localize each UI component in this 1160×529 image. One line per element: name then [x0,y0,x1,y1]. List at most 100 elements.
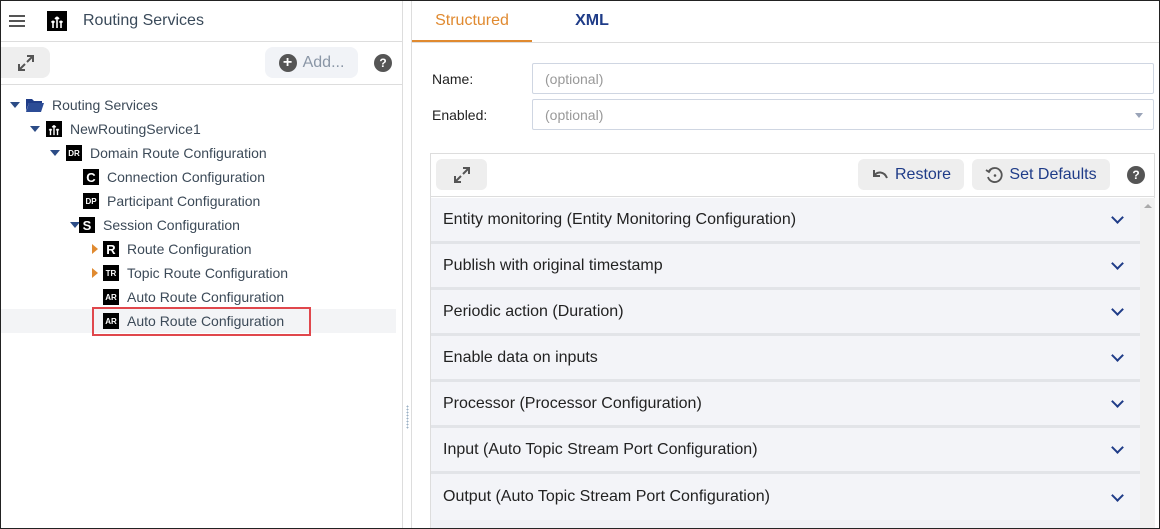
section-label: Processor (Processor Configuration) [443,394,702,412]
dropdown-arrow-icon [1135,113,1143,118]
tree-node-auto-route[interactable]: AR Auto Route Configuration [1,285,402,309]
caret-right-icon [92,268,98,278]
section-periodic-action[interactable]: Periodic action (Duration) [431,290,1140,336]
routing-service-icon [46,121,62,137]
tree-node-session[interactable]: S Session Configuration [1,213,402,237]
caret-down-icon [50,150,60,156]
enabled-select[interactable]: (optional) [532,99,1154,130]
chevron-down-icon[interactable] [1111,349,1124,362]
caret-right-icon [92,244,98,254]
name-row: Name: (optional) [432,63,1154,94]
restore-label: Restore [894,165,952,183]
help-icon[interactable]: ? [1127,166,1145,184]
plus-circle-icon: + [278,53,297,72]
expand-tree-button[interactable] [1,47,50,78]
section-output[interactable]: Output (Auto Topic Stream Port Configura… [431,474,1140,520]
folder-open-icon [26,98,44,112]
tree-node-newroutingservice1[interactable]: NewRoutingService1 [1,117,402,141]
service-tree: Routing Services NewRoutingService1 DR D… [1,93,402,336]
chevron-down-icon[interactable] [1111,303,1124,316]
section-list: Entity monitoring (Entity Monitoring Con… [431,198,1140,528]
chevron-down-icon[interactable] [1111,488,1124,502]
selection-highlight [92,307,311,336]
section-publish-original-timestamp[interactable]: Publish with original timestamp [431,244,1140,290]
c-badge-icon: C [83,169,99,185]
dr-badge-icon: DR [66,145,82,161]
hamburger-menu-icon[interactable] [9,15,25,27]
expand-all-button[interactable] [436,159,487,190]
tree-node-domain-route[interactable]: DR Domain Route Configuration [1,141,402,165]
undo-icon [872,169,888,178]
section-label: Input (Auto Topic Stream Port Configurat… [443,440,758,458]
expand-toggle[interactable] [30,126,40,132]
app-header: Routing Services [1,1,402,42]
restore-button[interactable]: Restore [858,159,964,190]
ar-badge-icon: AR [103,289,119,305]
name-input[interactable]: (optional) [532,63,1154,94]
tree-node-label: Session Configuration [103,217,240,233]
scroll-up-icon[interactable] [1144,204,1152,208]
section-label: Publish with original timestamp [443,256,663,274]
name-placeholder: (optional) [545,70,604,87]
tree-toolbar: + Add... ? [1,42,402,85]
caret-down-icon [30,126,40,132]
tr-badge-icon: TR [103,265,119,281]
expand-toggle[interactable] [90,268,100,278]
chevron-down-icon[interactable] [1111,441,1124,454]
pane-splitter[interactable] [403,1,412,528]
tree-node-label: Connection Configuration [107,169,265,185]
add-button[interactable]: + Add... [265,47,358,78]
section-input[interactable]: Input (Auto Topic Stream Port Configurat… [431,428,1140,474]
tab-structured[interactable]: Structured [412,1,532,42]
routing-service-icon [47,11,67,31]
expand-toggle[interactable] [50,150,60,156]
section-enable-data-on-inputs[interactable]: Enable data on inputs [431,336,1140,382]
tree-node-label: Domain Route Configuration [90,145,267,161]
section-entity-monitoring[interactable]: Entity monitoring (Entity Monitoring Con… [431,198,1140,244]
section-processor[interactable]: Processor (Processor Configuration) [431,382,1140,428]
expand-toggle[interactable] [90,244,100,254]
section-label: Entity monitoring (Entity Monitoring Con… [443,210,797,228]
tree-node-routing-services[interactable]: Routing Services [1,93,402,117]
editor-pane: Structured XML Name: (optional) Enabled:… [412,1,1159,528]
tree-node-topic-route[interactable]: TR Topic Route Configuration [1,261,402,285]
chevron-down-icon[interactable] [1111,211,1124,224]
app-window: Routing Services + Add... ? Routing Serv… [0,0,1160,529]
add-button-label: Add... [302,53,345,71]
section-label: Periodic action (Duration) [443,302,624,320]
tree-node-label: Auto Route Configuration [127,289,285,305]
properties-panel: Restore Set Defaults ? Entity monitoring… [430,153,1155,528]
drag-handle-icon[interactable] [406,405,409,429]
tree-node-connection[interactable]: C Connection Configuration [1,165,402,189]
tree-node-label: Topic Route Configuration [127,265,289,281]
tab-xml[interactable]: XML [532,1,652,42]
help-icon[interactable]: ? [374,54,392,72]
r-badge-icon: R [103,241,119,257]
expand-arrows-icon [453,166,470,183]
enabled-row: Enabled: (optional) [432,99,1154,130]
set-defaults-label: Set Defaults [1009,165,1097,183]
editor-tabs: Structured XML [412,1,1159,43]
tree-node-label: Participant Configuration [107,193,261,209]
tree-pane: Routing Services + Add... ? Routing Serv… [1,1,403,528]
enabled-label: Enabled: [432,106,488,123]
s-badge-icon: S [79,217,95,233]
tree-node-label: Routing Services [52,97,158,113]
section-label: Output (Auto Topic Stream Port Configura… [443,488,770,505]
vertical-scrollbar[interactable] [1140,198,1155,528]
caret-down-icon [10,102,20,108]
chevron-down-icon[interactable] [1111,257,1124,270]
enabled-placeholder: (optional) [545,106,604,123]
name-label: Name: [432,70,474,87]
chevron-down-icon[interactable] [1111,395,1124,408]
tree-node-participant[interactable]: DP Participant Configuration [1,189,402,213]
panel-toolbar: Restore Set Defaults ? [431,154,1154,197]
expand-toggle[interactable] [10,102,20,108]
set-defaults-button[interactable]: Set Defaults [972,159,1110,190]
tree-node-route[interactable]: R Route Configuration [1,237,402,261]
dp-badge-icon: DP [83,193,99,209]
app-title: Routing Services [83,12,204,29]
section-label: Enable data on inputs [443,348,598,366]
tree-node-label: NewRoutingService1 [70,121,201,137]
expand-arrows-icon [17,54,34,71]
